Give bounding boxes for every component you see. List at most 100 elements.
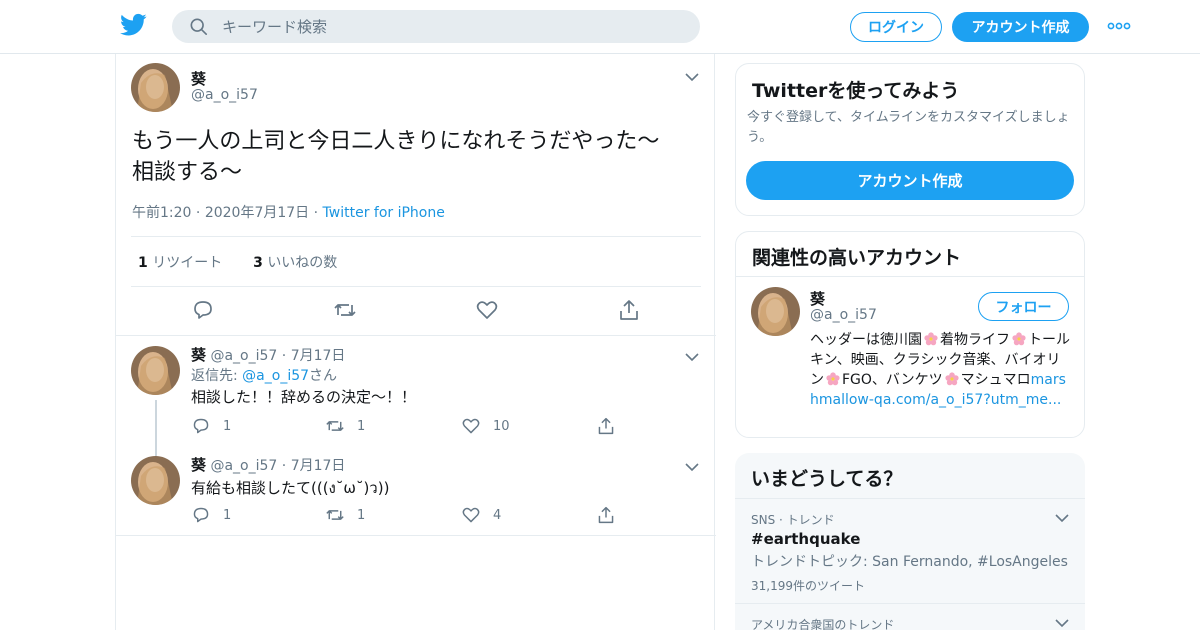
retweet-icon [326,510,344,520]
separator-dot: · [195,205,205,221]
share-action[interactable] [596,506,616,524]
chevron-down-icon[interactable] [685,72,699,82]
separator-dot: · [281,348,291,364]
reply-author-name[interactable]: 葵 [191,456,206,474]
share-action[interactable] [596,417,616,435]
search-input[interactable] [222,10,682,43]
tweet-text-line: もう一人の上司と今日二人きりになれそうだやった〜 [132,129,660,154]
retweet-action[interactable]: 1 [325,417,365,435]
reply-actions: 1 1 4 [191,506,631,526]
like-count: 3 [253,255,263,271]
trends-card: いまどうしてる？ SNS · トレンド #earthquake トレンドトピック… [735,453,1085,630]
reply-date[interactable]: 7月17日 [291,458,346,474]
trend-hashtag[interactable]: #earthquake [751,530,860,548]
avatar-image [131,456,180,505]
reply-author-name[interactable]: 葵 [191,346,206,364]
chevron-down-icon[interactable] [685,352,699,362]
avatar[interactable] [131,456,180,505]
reply-to-link[interactable]: @a_o_i57 [242,368,309,384]
relevant-accounts-title: 関連性の高いアカウント [752,247,962,269]
avatar[interactable] [131,63,180,112]
retweet-icon [326,421,344,431]
reply-author-handle[interactable]: @a_o_i57 [210,458,277,474]
retweet-icon[interactable] [333,299,357,321]
reply-count: 1 [223,507,232,523]
thread-line [155,400,157,458]
separator-dot: · [313,205,323,221]
reply-to-prefix: 返信先: [191,368,243,384]
reply-count: 1 [223,418,232,434]
avatar-image [131,346,180,395]
reply-action[interactable]: 1 [191,506,231,524]
divider [736,276,1084,277]
tweet-date[interactable]: 2020年7月17日 [205,205,309,221]
signup-card: Twitterを使ってみよう 今すぐ登録して、タイムラインをカスタマイズしましょ… [735,63,1085,216]
trend-tweet-count: 31,199件のツイート [751,579,865,593]
tweet-author-name[interactable]: 葵 [191,68,206,89]
like-count: 10 [493,418,510,434]
account-handle[interactable]: @a_o_i57 [810,307,877,323]
like-icon [462,507,480,523]
chevron-down-icon[interactable] [1055,618,1069,628]
like-action[interactable]: 10 [461,417,510,435]
reply-icon [193,418,209,434]
reply-text: 有給も相談したて(((ง˘ω˘)ว)) [191,479,390,497]
relevant-accounts-card: 関連性の高いアカウント 葵 @a_o_i57 フォロー ヘッダーは徳川園 着物ライ… [735,231,1085,438]
tweet-actions [116,299,716,325]
bio-text: 着物ライフ [940,332,1010,348]
retweet-count: 1 [357,507,366,523]
reply-icon[interactable] [191,299,215,321]
tweet-text: もう一人の上司と今日二人きりになれそうだやった〜 相談する〜 [132,126,704,188]
reply-icon [193,507,209,523]
main-timeline: 葵 @a_o_i57 もう一人の上司と今日二人きりになれそうだやった〜 相談する… [115,54,716,630]
avatar-image [131,63,180,112]
trends-title: いまどうしてる？ [751,468,903,490]
retweet-action[interactable]: 1 [325,506,365,524]
like-count: 4 [493,507,502,523]
like-stat[interactable]: 3 いいねの数 [253,255,337,271]
reply-action[interactable]: 1 [191,417,231,435]
like-action[interactable]: 4 [461,506,501,524]
share-icon[interactable] [617,299,641,321]
reply-header: 葵 @a_o_i57 · 7月17日 [191,344,345,365]
signup-card-title: Twitterを使ってみよう [752,80,960,102]
bio-text: FGO、バンケツ [842,372,943,388]
like-label: いいねの数 [267,255,338,271]
cherry-blossom-icon [826,372,840,386]
avatar[interactable] [751,287,800,336]
like-icon [462,418,480,434]
cherry-blossom-icon [1012,332,1026,346]
divider [735,603,1085,604]
reply-to-suffix: さん [309,368,338,384]
avatar[interactable] [131,346,180,395]
retweet-count: 1 [138,255,148,271]
reply-to: 返信先: @a_o_i57さん [191,365,337,385]
chevron-down-icon[interactable] [1055,513,1069,523]
login-button[interactable]: ログイン [850,12,942,42]
like-icon[interactable] [475,299,499,321]
follow-button[interactable]: フォロー [978,292,1069,321]
separator-dot: · [281,458,291,474]
signup-button[interactable]: アカウント作成 [952,12,1089,42]
reply-date[interactable]: 7月17日 [291,348,346,364]
retweet-stat[interactable]: 1 リツイート [138,255,222,271]
reply-author-handle[interactable]: @a_o_i57 [210,348,277,364]
bio-text: マシュマロ [960,372,1031,388]
chevron-down-icon[interactable] [685,462,699,472]
more-dots-icon[interactable] [1107,20,1131,32]
search-box[interactable] [172,10,700,43]
tweet-text-line: 相談する〜 [132,160,243,185]
signup-card-description: 今すぐ登録して、タイムラインをカスタマイズしましょう。 [747,110,1070,145]
tweet-stats: 1 リツイート 3 いいねの数 [138,252,337,272]
tweet-author-handle[interactable]: @a_o_i57 [191,87,258,103]
twitter-bird-icon[interactable] [120,13,147,37]
tweet-time[interactable]: 午前1:20 [132,205,191,221]
signup-card-button[interactable]: アカウント作成 [746,161,1074,200]
reply-header: 葵 @a_o_i57 · 7月17日 [191,454,345,475]
account-name[interactable]: 葵 [810,288,825,309]
tweet-source-link[interactable]: Twitter for iPhone [323,205,445,221]
reply-tweet[interactable]: 葵 @a_o_i57 · 7月17日 有給も相談したて(((ง˘ω˘)ว)) 1… [116,454,716,534]
reply-tweet[interactable]: 葵 @a_o_i57 · 7月17日 返信先: @a_o_i57さん 相談した！… [116,344,716,435]
retweet-count: 1 [357,418,366,434]
top-bar: ログイン アカウント作成 [0,0,1200,54]
